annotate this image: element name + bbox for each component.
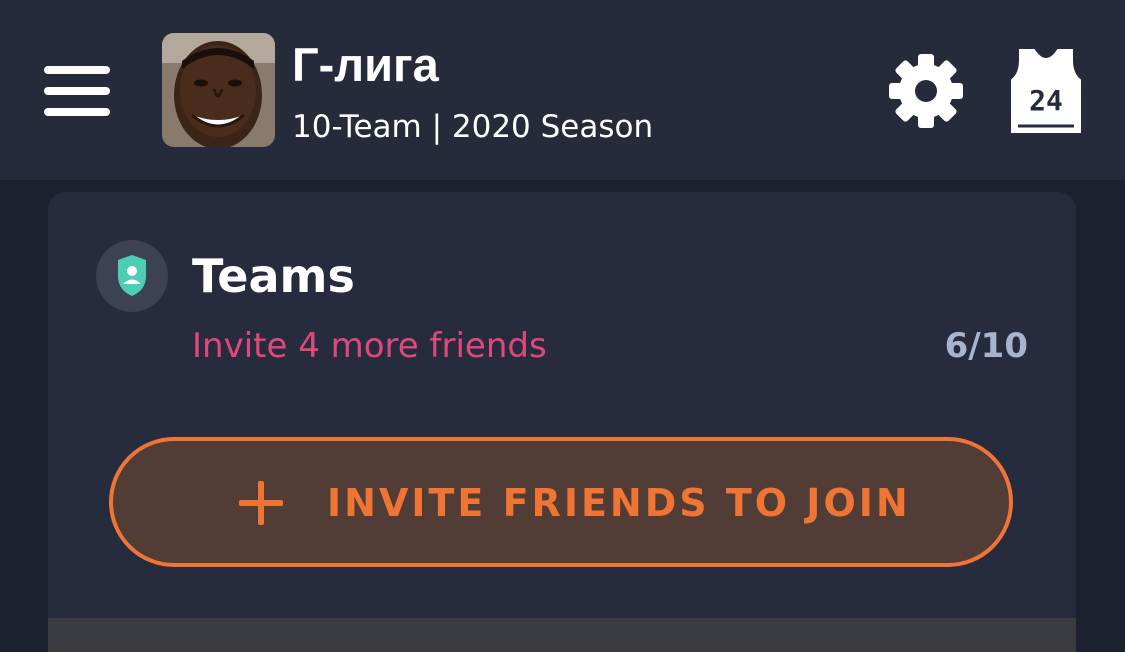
teams-card: Teams Invite 4 more friends 6/10 INVITE … [48,192,1076,652]
menu-line [44,87,110,95]
top-bar: Г-лига 10-Team | 2020 Season 24 [0,0,1125,180]
invite-friends-button[interactable]: INVITE FRIENDS TO JOIN [109,437,1013,567]
card-bottom-strip [48,618,1076,652]
invite-button-label: INVITE FRIENDS TO JOIN [327,481,911,525]
avatar[interactable] [162,33,275,147]
plus-icon [239,481,283,525]
team-count: 6/10 [944,326,1028,366]
league-subtitle: 10-Team | 2020 Season [292,109,654,145]
teams-title: Teams [192,249,355,303]
settings-button[interactable] [888,53,964,129]
invite-status-text: Invite 4 more friends [192,326,547,366]
jersey-number: 24 [1029,84,1063,117]
jersey-icon: 24 [1011,49,1081,133]
menu-line [44,66,110,74]
player-avatar-icon [162,33,275,147]
jersey-button[interactable]: 24 [1010,48,1082,134]
league-name: Г-лига [292,38,439,91]
gear-icon [889,54,963,128]
menu-line [44,108,110,116]
shield-badge [96,240,168,312]
shield-icon [118,255,146,296]
menu-button[interactable] [44,66,110,116]
